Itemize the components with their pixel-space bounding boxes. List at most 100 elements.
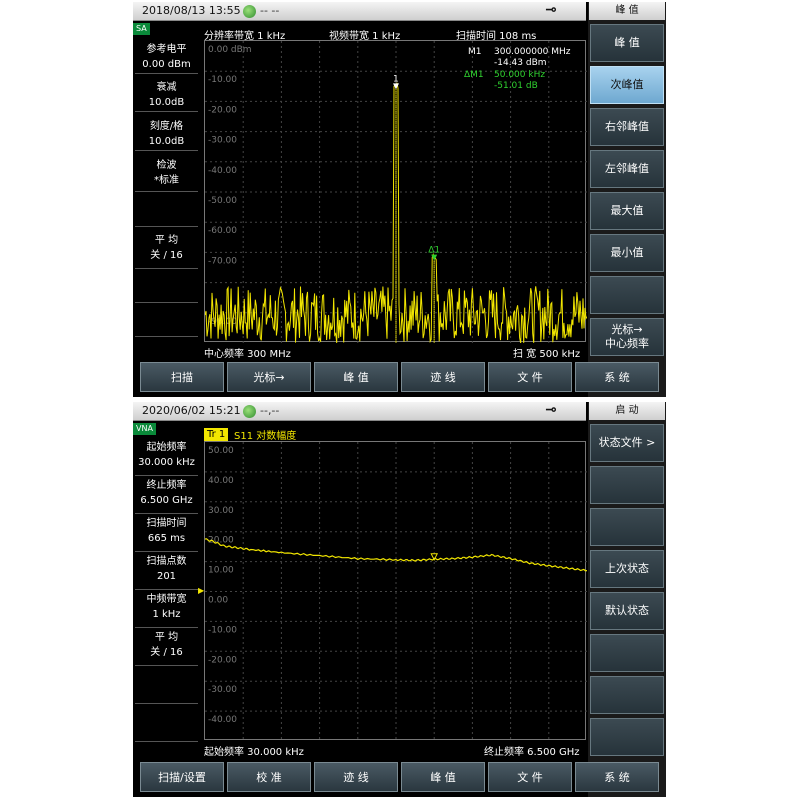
softkey-menu-title: 峰 值 bbox=[589, 2, 665, 20]
trace-name: S11 对数幅度 bbox=[234, 431, 297, 442]
y-tick-label: -70.00 bbox=[208, 256, 237, 266]
marker-readout: 300.000000 MHz bbox=[494, 47, 571, 57]
param-if-bandwidth[interactable]: 中频带宽 1 kHz bbox=[135, 592, 198, 628]
param-label: 参考电平 bbox=[146, 44, 187, 55]
y-tick-label: -20.00 bbox=[208, 655, 237, 665]
softkey-1[interactable]: 状态文件 > bbox=[590, 424, 664, 462]
softkey-5[interactable]: 默认状态 bbox=[590, 592, 664, 630]
s11-plot[interactable]: 50.00 40.00 30.00 20.00 10.00 0.00 -10.00 -20.0… bbox=[204, 441, 587, 741]
param-scale[interactable]: 刻度/格 10.0dB bbox=[135, 119, 198, 151]
param-stop-freq[interactable]: 终止频率 6.500 GHz bbox=[135, 478, 198, 514]
bottom-key-5[interactable]: 文 件 bbox=[488, 762, 572, 792]
softkey-2[interactable] bbox=[590, 466, 664, 504]
softkey-6[interactable] bbox=[590, 634, 664, 672]
softkey-7[interactable] bbox=[590, 676, 664, 714]
param-value: 10.0dB bbox=[148, 136, 185, 147]
y-tick-label: 50.00 bbox=[208, 446, 234, 456]
gps-status-icon bbox=[243, 5, 256, 18]
spectrum-analyzer-screen: 2018/08/13 13:55 -- -- ⊸ SA 参考电平 0.00 dBm… bbox=[133, 2, 666, 397]
bottom-key-3[interactable]: 峰 值 bbox=[314, 362, 398, 392]
softkey-8[interactable]: 光标→ 中心频率 bbox=[590, 318, 664, 356]
datetime: 2020/06/02 15:21 bbox=[142, 404, 241, 417]
parameter-panel: 起始频率 30.000 kHz 终止频率 6.500 GHz 扫描时间 665 ms … bbox=[133, 437, 200, 757]
span-readout: 扫 宽 500 kHz bbox=[513, 349, 581, 360]
softkey-4[interactable]: 左邻峰值 bbox=[590, 150, 664, 188]
param-average[interactable]: 平 均关 / 16 bbox=[135, 630, 198, 666]
bottom-key-5[interactable]: 文 件 bbox=[488, 362, 572, 392]
param-detector[interactable]: 检波 *标准 bbox=[135, 158, 198, 192]
param-value: 6.500 GHz bbox=[140, 495, 193, 506]
power-plug-icon: ⊸ bbox=[545, 402, 557, 418]
mode-badge: VNA bbox=[133, 423, 156, 435]
bottom-key-1[interactable]: 扫描/设置 bbox=[140, 762, 224, 792]
marker-readout: 50.000 kHz bbox=[494, 70, 545, 80]
bottom-key-2[interactable]: 校 准 bbox=[227, 762, 311, 792]
softkey-8[interactable] bbox=[590, 718, 664, 756]
y-tick-label: -60.00 bbox=[208, 226, 237, 236]
y-tick-label: 40.00 bbox=[208, 476, 234, 486]
param-sweep-points[interactable]: 扫描点数 201 bbox=[135, 554, 198, 590]
param-value: 665 ms bbox=[147, 533, 186, 544]
bottom-key-2[interactable]: 光标→ bbox=[227, 362, 311, 392]
softkey-panel: 峰 值 峰 值次峰值右邻峰值左邻峰值最大值最小值光标→ 中心频率 bbox=[588, 2, 666, 397]
param-value: 关 / 16 bbox=[150, 250, 183, 261]
y-tick-label: 0.00 bbox=[208, 596, 228, 606]
softkey-3[interactable]: 右邻峰值 bbox=[590, 108, 664, 146]
param-start-freq[interactable]: 起始频率 30.000 kHz bbox=[135, 440, 198, 476]
softkey-5[interactable]: 最大值 bbox=[590, 192, 664, 230]
bottom-key-6[interactable]: 系 统 bbox=[575, 362, 659, 392]
y-tick-label: 30.00 bbox=[208, 506, 234, 516]
bottom-key-4[interactable]: 峰 值 bbox=[401, 762, 485, 792]
param-label: 平 均 bbox=[154, 235, 179, 246]
y-tick-label: -30.00 bbox=[208, 685, 237, 695]
bottom-menu-bar: 扫描 光标→ 峰 值迹 线文 件系 统 bbox=[133, 360, 666, 397]
bottom-key-6[interactable]: 系 统 bbox=[575, 762, 659, 792]
bottom-key-1[interactable]: 扫描 bbox=[140, 362, 224, 392]
param-label: 扫描点数 bbox=[146, 556, 187, 567]
power-plug-icon: ⊸ bbox=[545, 2, 557, 18]
param-empty bbox=[135, 193, 198, 227]
status-bar: 2018/08/13 13:55 -- -- ⊸ bbox=[133, 2, 586, 21]
param-empty bbox=[135, 303, 198, 337]
y-tick-label: -10.00 bbox=[208, 75, 237, 85]
s11-plot-svg: 50.0040.0030.0020.0010.000.00-10.00-20.0… bbox=[205, 442, 587, 741]
param-empty bbox=[135, 668, 198, 704]
softkey-6[interactable]: 最小值 bbox=[590, 234, 664, 272]
param-empty bbox=[135, 269, 198, 303]
softkey-1[interactable]: 峰 值 bbox=[590, 24, 664, 62]
bottom-menu-bar: 扫描/设置校 准迹 线峰 值文 件系 统 bbox=[133, 760, 666, 797]
trace-tag[interactable]: Tr 1 bbox=[204, 428, 229, 441]
bottom-key-4[interactable]: 迹 线 bbox=[401, 362, 485, 392]
gps-status-text: --,-- bbox=[260, 404, 280, 417]
start-freq-readout: 起始频率 30.000 kHz bbox=[204, 747, 304, 758]
param-attenuation[interactable]: 衰减 10.0dB bbox=[135, 80, 198, 112]
param-value: 关 / 16 bbox=[150, 647, 183, 658]
param-empty bbox=[135, 706, 198, 742]
softkey-2[interactable]: 次峰值 bbox=[590, 66, 664, 104]
marker-readout: -14.43 dBm bbox=[494, 58, 547, 68]
softkey-4[interactable]: 上次状态 bbox=[590, 550, 664, 588]
spectrum-plot[interactable]: 0.00 dBm -10.00 -20.00 -30.00 -40.00 -50.00 -6… bbox=[204, 40, 587, 343]
y-tick-label: -40.00 bbox=[208, 715, 237, 725]
param-average[interactable]: 平 均关 / 16 bbox=[135, 233, 198, 269]
softkey-menu-title: 启 动 bbox=[589, 402, 665, 420]
stop-freq-readout: 终止频率 6.500 GHz bbox=[484, 747, 580, 758]
param-sweep-time[interactable]: 扫描时间 665 ms bbox=[135, 516, 198, 552]
y-tick-label: -40.00 bbox=[208, 166, 237, 176]
bottom-key-3[interactable]: 迹 线 bbox=[314, 762, 398, 792]
parameter-panel: 参考电平 0.00 dBm 衰减 10.0dB 刻度/格 10.0dB 检波 *标准 平… bbox=[133, 37, 200, 357]
status-bar: 2020/06/02 15:21 --,-- ⊸ bbox=[133, 402, 586, 421]
gps-status-text: -- -- bbox=[260, 4, 280, 17]
softkey-3[interactable] bbox=[590, 508, 664, 546]
marker-readout: M1 bbox=[468, 47, 482, 57]
reference-level-arrow-icon: ▶ bbox=[198, 586, 205, 595]
param-ref-level[interactable]: 参考电平 0.00 dBm bbox=[135, 42, 198, 74]
y-tick-label: -30.00 bbox=[208, 136, 237, 146]
softkey-panel: 启 动 状态文件 > 上次状态默认状态 bbox=[588, 402, 666, 797]
mode-badge: SA bbox=[133, 23, 150, 35]
param-label: 检波 bbox=[156, 160, 177, 171]
param-value: 1 kHz bbox=[152, 609, 181, 620]
param-label: 终止频率 bbox=[146, 480, 187, 491]
softkey-7[interactable] bbox=[590, 276, 664, 314]
marker-1-tag: 1 bbox=[393, 74, 399, 84]
